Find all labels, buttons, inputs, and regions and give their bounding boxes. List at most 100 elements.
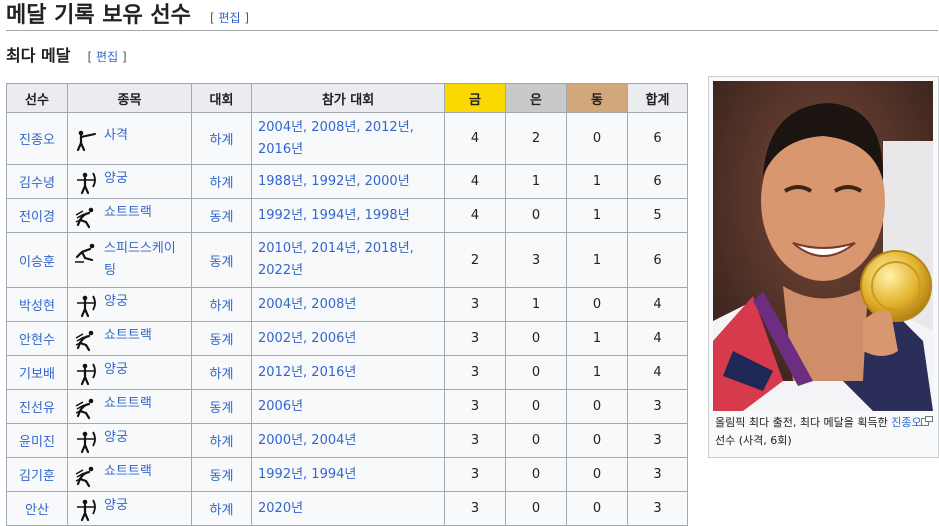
- silver-count: 1: [505, 164, 567, 199]
- header-gold[interactable]: 금: [444, 83, 506, 113]
- games-links[interactable]: 2000년, 2004년: [258, 433, 356, 448]
- gold-count: 3: [444, 355, 506, 390]
- season-link[interactable]: 하계: [210, 176, 234, 191]
- table-row: 이승훈 스피드스케이팅 동계 2010년, 2014년, 2018년, 2022…: [6, 232, 688, 288]
- season-link[interactable]: 동계: [210, 469, 234, 484]
- games-links[interactable]: 2004년, 2008년: [258, 297, 356, 312]
- section-edit-link[interactable]: 편집: [219, 11, 241, 25]
- event-link[interactable]: 쇼트트랙: [104, 461, 152, 483]
- subsection-edit: [ 편집 ]: [87, 50, 127, 64]
- archery-pictogram-icon[interactable]: [74, 171, 98, 195]
- subsection-edit-link[interactable]: 편집: [96, 50, 118, 64]
- games-links[interactable]: 2020년: [258, 501, 303, 516]
- gold-count: 3: [444, 287, 506, 322]
- athlete-cell: 윤미진: [6, 423, 68, 458]
- event-link[interactable]: 쇼트트랙: [104, 202, 152, 224]
- silver-count: 0: [505, 355, 567, 390]
- season-link[interactable]: 하계: [210, 367, 234, 382]
- shooting-pictogram-icon[interactable]: [74, 128, 98, 152]
- bronze-count: 1: [566, 198, 628, 233]
- games-links[interactable]: 2010년, 2014년, 2018년, 2022년: [258, 241, 414, 278]
- header-games[interactable]: 참가 대회: [251, 83, 445, 113]
- table-header-row: 선수 종목 대회 참가 대회 금 은 동 합계: [6, 83, 688, 113]
- header-bronze[interactable]: 동: [566, 83, 628, 113]
- games-links[interactable]: 2012년, 2016년: [258, 365, 356, 380]
- archery-pictogram-icon[interactable]: [74, 294, 98, 318]
- athlete-link[interactable]: 진종오: [19, 133, 55, 148]
- event-cell: 양궁: [67, 491, 192, 526]
- season-cell: 동계: [191, 389, 252, 424]
- enlarge-icon[interactable]: [921, 416, 933, 426]
- event-link[interactable]: 양궁: [104, 495, 128, 517]
- season-cell: 하계: [191, 491, 252, 526]
- athlete-link[interactable]: 윤미진: [19, 435, 55, 450]
- bronze-count: 0: [566, 287, 628, 322]
- archery-pictogram-icon[interactable]: [74, 362, 98, 386]
- season-link[interactable]: 하계: [210, 299, 234, 314]
- athlete-cell: 안산: [6, 491, 68, 526]
- silver-count: 1: [505, 287, 567, 322]
- games-links[interactable]: 2002년, 2006년: [258, 331, 356, 346]
- header-total[interactable]: 합계: [627, 83, 688, 113]
- games-links[interactable]: 2004년, 2008년, 2012년, 2016년: [258, 120, 414, 157]
- gold-count: 2: [444, 232, 506, 288]
- athlete-link[interactable]: 김수녕: [19, 176, 55, 191]
- event-link[interactable]: 양궁: [104, 359, 128, 381]
- short-track-pictogram-icon[interactable]: [74, 396, 98, 420]
- athlete-link[interactable]: 안산: [25, 503, 49, 518]
- short-track-pictogram-icon[interactable]: [74, 205, 98, 229]
- event-link[interactable]: 쇼트트랙: [104, 393, 152, 415]
- season-link[interactable]: 동계: [210, 210, 234, 225]
- short-track-pictogram-icon[interactable]: [74, 464, 98, 488]
- games-cell: 2020년: [251, 491, 445, 526]
- athlete-link[interactable]: 기보배: [19, 367, 55, 382]
- silver-count: 0: [505, 491, 567, 526]
- athlete-photo[interactable]: [713, 81, 933, 411]
- caption-athlete-link[interactable]: 진종오: [891, 416, 921, 429]
- table-row: 김기훈 쇼트트랙 동계 1992년, 1994년 3 0 0 3: [6, 457, 688, 492]
- archery-pictogram-icon[interactable]: [74, 498, 98, 522]
- season-link[interactable]: 하계: [210, 503, 234, 518]
- season-link[interactable]: 하계: [210, 435, 234, 450]
- games-links[interactable]: 2006년: [258, 399, 303, 414]
- games-links[interactable]: 1988년, 1992년, 2000년: [258, 174, 410, 189]
- header-silver[interactable]: 은: [505, 83, 567, 113]
- silver-count: 2: [505, 112, 567, 165]
- header-athlete[interactable]: 선수: [6, 83, 68, 113]
- short-track-pictogram-icon[interactable]: [74, 328, 98, 352]
- season-link[interactable]: 동계: [210, 401, 234, 416]
- games-links[interactable]: 1992년, 1994년: [258, 467, 356, 482]
- athlete-cell: 기보배: [6, 355, 68, 390]
- table-row: 박성현 양궁 하계 2004년, 2008년 3 1 0 4: [6, 287, 688, 322]
- athlete-link[interactable]: 김기훈: [19, 469, 55, 484]
- athlete-link[interactable]: 안현수: [19, 333, 55, 348]
- gold-count: 4: [444, 112, 506, 165]
- season-cell: 하계: [191, 287, 252, 322]
- event-link[interactable]: 스피드스케이팅: [104, 238, 187, 282]
- event-link[interactable]: 양궁: [104, 427, 128, 449]
- total-count: 4: [627, 321, 688, 356]
- gold-count: 3: [444, 423, 506, 458]
- season-link[interactable]: 동계: [210, 333, 234, 348]
- games-cell: 2002년, 2006년: [251, 321, 445, 356]
- athlete-link[interactable]: 진선유: [19, 401, 55, 416]
- games-links[interactable]: 1992년, 1994년, 1998년: [258, 208, 410, 223]
- image-thumbnail: 올림픽 최다 출전, 최다 메달을 획득한 진종오 선수 (사격, 6회): [708, 76, 939, 458]
- event-link[interactable]: 사격: [104, 125, 128, 147]
- event-link[interactable]: 양궁: [104, 291, 128, 313]
- athlete-link[interactable]: 박성현: [19, 299, 55, 314]
- season-link[interactable]: 하계: [210, 133, 234, 148]
- header-event[interactable]: 종목: [67, 83, 192, 113]
- speed-skating-pictogram-icon[interactable]: [74, 241, 98, 265]
- event-link[interactable]: 양궁: [104, 168, 128, 190]
- athlete-link[interactable]: 전이경: [19, 210, 55, 225]
- archery-pictogram-icon[interactable]: [74, 430, 98, 454]
- games-cell: 2012년, 2016년: [251, 355, 445, 390]
- athlete-link[interactable]: 이승훈: [19, 255, 55, 270]
- total-count: 3: [627, 389, 688, 424]
- section-heading: 메달 기록 보유 선수 [ 편집 ]: [6, 0, 938, 31]
- season-cell: 하계: [191, 112, 252, 165]
- season-link[interactable]: 동계: [210, 255, 234, 270]
- event-link[interactable]: 쇼트트랙: [104, 325, 152, 347]
- header-season[interactable]: 대회: [191, 83, 252, 113]
